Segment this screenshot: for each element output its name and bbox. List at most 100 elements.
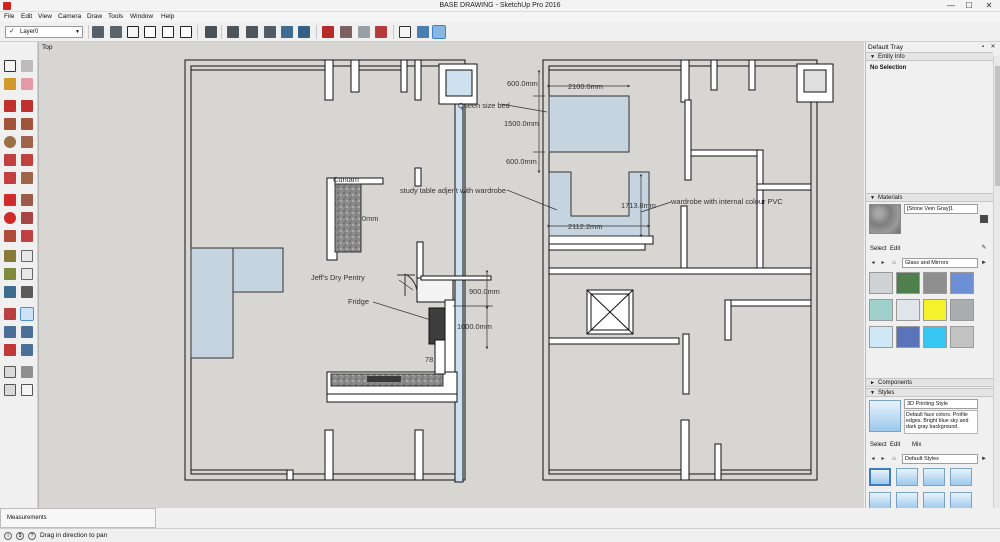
view-iso-icon[interactable] (399, 26, 411, 38)
pie-icon[interactable] (21, 172, 33, 184)
circle-icon[interactable] (4, 136, 16, 148)
help-icon[interactable]: ? (28, 532, 36, 540)
entity-info-header[interactable]: ▼ Entity Info (866, 52, 993, 61)
drawing-viewport[interactable]: Top 600.0mm 2100.0mm Queen size bed 1500… (38, 42, 864, 508)
offset-icon[interactable] (21, 230, 33, 242)
material-swatch[interactable] (923, 272, 947, 294)
three-point-arc-icon[interactable] (4, 172, 16, 184)
position-camera-icon[interactable] (4, 366, 16, 378)
home-icon[interactable]: ⌂ (890, 455, 898, 463)
material-swatch[interactable] (896, 299, 920, 321)
two-point-arc-icon[interactable] (21, 154, 33, 166)
walk-icon[interactable] (4, 384, 16, 396)
paint-bucket-icon[interactable] (4, 78, 16, 90)
details-arrow-icon[interactable]: ► (980, 455, 988, 463)
3d-text-icon[interactable] (21, 286, 33, 298)
text-tool-icon[interactable] (21, 268, 33, 280)
shaded-icon[interactable] (322, 26, 334, 38)
menu-view[interactable]: View (38, 13, 52, 20)
create-material-icon[interactable] (980, 215, 988, 223)
tray-close-icon[interactable]: ✕ (989, 43, 997, 51)
material-swatch[interactable] (950, 272, 974, 294)
styles-tab-select[interactable]: Select (870, 442, 887, 448)
push-pull-icon[interactable] (21, 194, 33, 206)
zoom-window-icon[interactable] (21, 326, 33, 338)
house-outline-icon[interactable] (144, 26, 156, 38)
material-swatch[interactable] (896, 326, 920, 348)
materials-tab-select[interactable]: Select (870, 246, 887, 252)
arc-icon[interactable] (4, 154, 16, 166)
material-swatch[interactable] (869, 326, 893, 348)
protractor-icon[interactable] (4, 268, 16, 280)
style-thumbnail[interactable] (869, 468, 891, 486)
display-cuts-icon[interactable] (246, 26, 258, 38)
home-icon[interactable]: ⌂ (890, 259, 898, 267)
material-swatch[interactable] (923, 299, 947, 321)
menu-file[interactable]: File (4, 13, 14, 20)
house-icon[interactable] (127, 26, 139, 38)
materials-header[interactable]: ▼ Materials (866, 193, 993, 202)
tray-pin-icon[interactable]: ▪ (979, 43, 987, 51)
forward-icon[interactable]: ▸ (879, 455, 887, 463)
tape-measure-icon[interactable] (4, 250, 16, 262)
back-icon[interactable]: ◂ (869, 455, 877, 463)
menu-window[interactable]: Window (130, 13, 153, 20)
move-icon[interactable] (4, 194, 16, 206)
hidden-line-icon[interactable] (298, 26, 310, 38)
pan-hand-icon[interactable] (20, 307, 34, 321)
house-gable-icon[interactable] (162, 26, 174, 38)
section-plane-tool-icon[interactable] (21, 384, 33, 396)
tray-scrollbar[interactable] (993, 56, 1000, 508)
tray-scroll-thumb[interactable] (995, 66, 1000, 186)
measurements-box[interactable]: Measurements (0, 508, 156, 528)
make-component-icon[interactable] (92, 26, 104, 38)
look-around-icon[interactable] (21, 366, 33, 378)
style-thumbnail[interactable] (923, 492, 945, 508)
display-section-icon[interactable] (227, 26, 239, 38)
material-name-field[interactable]: [Stone Vein Gray]1 (904, 204, 978, 214)
rectangle-icon[interactable] (4, 118, 16, 130)
style-library-select[interactable]: Default Styles (902, 454, 978, 464)
style-thumbnail[interactable] (950, 468, 972, 486)
material-swatch[interactable] (869, 299, 893, 321)
forward-icon[interactable]: ▸ (879, 259, 887, 267)
zoom-extents-icon[interactable] (4, 344, 16, 356)
select-arrow-icon[interactable] (4, 60, 16, 72)
rotated-rectangle-icon[interactable] (21, 118, 33, 130)
material-library-select[interactable]: Glass and Mirrors (902, 258, 978, 268)
xray-icon[interactable] (264, 26, 276, 38)
style-icon[interactable] (375, 26, 387, 38)
style-thumbnail[interactable] (896, 492, 918, 508)
style-name-field[interactable]: 3D Printing Style (904, 399, 978, 409)
house-3d-icon[interactable] (180, 26, 192, 38)
minimize-button[interactable]: — (944, 1, 958, 11)
view-front-icon[interactable] (432, 25, 446, 39)
menu-tools[interactable]: Tools (108, 13, 123, 20)
component-icon[interactable] (110, 26, 122, 38)
axes-icon[interactable] (4, 286, 16, 298)
back-icon[interactable]: ◂ (869, 259, 877, 267)
material-swatch[interactable] (950, 326, 974, 348)
maximize-button[interactable]: ☐ (962, 1, 976, 11)
section-plane-icon[interactable] (205, 26, 217, 38)
style-thumbnail[interactable] (869, 492, 891, 508)
components-header[interactable]: ► Components (866, 378, 993, 387)
styles-header[interactable]: ▼ Styles (866, 388, 993, 397)
material-swatch[interactable] (869, 272, 893, 294)
styles-tab-edit[interactable]: Edit (890, 442, 900, 448)
follow-me-icon[interactable] (21, 212, 33, 224)
dimension-icon[interactable] (21, 250, 33, 262)
previous-view-icon[interactable] (21, 344, 33, 356)
geo-location-icon[interactable]: i (4, 532, 12, 540)
scale-icon[interactable] (4, 230, 16, 242)
eraser-icon[interactable] (21, 78, 33, 90)
menu-help[interactable]: Help (161, 13, 174, 20)
menu-edit[interactable]: Edit (21, 13, 32, 20)
line-pencil-icon[interactable] (4, 100, 16, 112)
orbit-icon[interactable] (4, 308, 16, 320)
style-thumbnail[interactable] (923, 468, 945, 486)
credits-icon[interactable]: $ (16, 532, 24, 540)
textured-icon[interactable] (340, 26, 352, 38)
material-swatch[interactable] (896, 272, 920, 294)
close-button[interactable]: ✕ (982, 1, 996, 11)
